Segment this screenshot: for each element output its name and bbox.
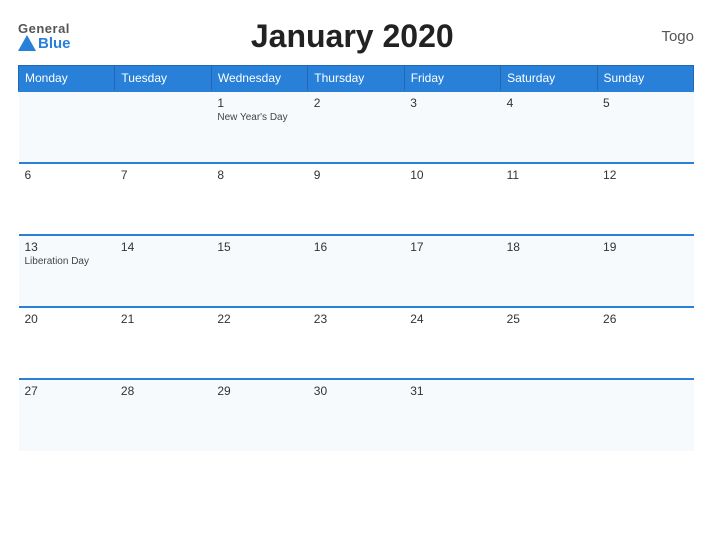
weekday-header: Sunday	[597, 66, 693, 92]
calendar-cell: 28	[115, 379, 211, 451]
calendar-cell: 9	[308, 163, 404, 235]
calendar-cell: 20	[19, 307, 115, 379]
logo-triangle-icon	[18, 35, 36, 51]
calendar-cell	[597, 379, 693, 451]
day-number: 30	[314, 384, 398, 398]
calendar-cell: 8	[211, 163, 307, 235]
country-label: Togo	[634, 28, 694, 45]
day-number: 15	[217, 240, 301, 254]
day-number: 13	[25, 240, 109, 254]
day-number: 29	[217, 384, 301, 398]
day-number: 28	[121, 384, 205, 398]
logo-blue-row: Blue	[18, 35, 71, 51]
calendar-cell: 29	[211, 379, 307, 451]
logo-general-text: General	[18, 22, 70, 35]
calendar-cell: 10	[404, 163, 500, 235]
calendar-title: January 2020	[71, 18, 634, 55]
calendar-cell: 24	[404, 307, 500, 379]
logo: General Blue	[18, 22, 71, 51]
days-of-week-row: MondayTuesdayWednesdayThursdayFridaySatu…	[19, 66, 694, 92]
day-number: 2	[314, 96, 398, 110]
day-event: New Year's Day	[217, 112, 301, 123]
day-number: 8	[217, 168, 301, 182]
day-number: 16	[314, 240, 398, 254]
calendar-cell: 13 Liberation Day	[19, 235, 115, 307]
calendar-cell: 14	[115, 235, 211, 307]
logo-blue-text: Blue	[38, 36, 71, 51]
calendar-cell	[19, 91, 115, 163]
calendar-cell: 12	[597, 163, 693, 235]
calendar-week-row: 20 21 22 23 24 25 26	[19, 307, 694, 379]
day-number: 18	[507, 240, 591, 254]
day-number: 21	[121, 312, 205, 326]
calendar-table: MondayTuesdayWednesdayThursdayFridaySatu…	[18, 65, 694, 451]
weekday-header: Tuesday	[115, 66, 211, 92]
calendar-cell: 4	[501, 91, 597, 163]
calendar-cell: 17	[404, 235, 500, 307]
day-number: 20	[25, 312, 109, 326]
weekday-header: Wednesday	[211, 66, 307, 92]
weekday-header: Friday	[404, 66, 500, 92]
day-number: 17	[410, 240, 494, 254]
calendar-cell: 3	[404, 91, 500, 163]
calendar-cell: 27	[19, 379, 115, 451]
day-number: 31	[410, 384, 494, 398]
calendar-header: General Blue January 2020 Togo	[18, 18, 694, 55]
calendar-cell: 19	[597, 235, 693, 307]
day-event: Liberation Day	[25, 256, 109, 267]
day-number: 27	[25, 384, 109, 398]
calendar-cell: 31	[404, 379, 500, 451]
calendar-cell: 11	[501, 163, 597, 235]
day-number: 14	[121, 240, 205, 254]
calendar-week-row: 6789 10 11 12	[19, 163, 694, 235]
day-number: 5	[603, 96, 687, 110]
day-number: 10	[410, 168, 494, 182]
calendar-cell: 22	[211, 307, 307, 379]
day-number: 26	[603, 312, 687, 326]
calendar-cell: 7	[115, 163, 211, 235]
calendar-cell: 15	[211, 235, 307, 307]
calendar-cell: 2	[308, 91, 404, 163]
calendar-week-row: 27 28 29 30 31	[19, 379, 694, 451]
calendar-body: 1New Year's Day2345678910111213Liberatio…	[19, 91, 694, 451]
day-number: 1	[217, 96, 301, 110]
calendar-week-row: 1 New Year's Day 2345	[19, 91, 694, 163]
calendar-header-row: MondayTuesdayWednesdayThursdayFridaySatu…	[19, 66, 694, 92]
calendar-cell: 21	[115, 307, 211, 379]
day-number: 11	[507, 168, 591, 182]
day-number: 23	[314, 312, 398, 326]
calendar-cell: 23	[308, 307, 404, 379]
calendar-cell: 5	[597, 91, 693, 163]
calendar-cell	[115, 91, 211, 163]
weekday-header: Thursday	[308, 66, 404, 92]
calendar-cell: 30	[308, 379, 404, 451]
calendar-cell	[501, 379, 597, 451]
day-number: 4	[507, 96, 591, 110]
day-number: 24	[410, 312, 494, 326]
day-number: 19	[603, 240, 687, 254]
weekday-header: Saturday	[501, 66, 597, 92]
calendar-cell: 26	[597, 307, 693, 379]
calendar-cell: 18	[501, 235, 597, 307]
day-number: 3	[410, 96, 494, 110]
calendar-cell: 6	[19, 163, 115, 235]
weekday-header: Monday	[19, 66, 115, 92]
day-number: 25	[507, 312, 591, 326]
calendar-week-row: 13 Liberation Day 14 15 16 17 18 19	[19, 235, 694, 307]
calendar-cell: 25	[501, 307, 597, 379]
calendar-cell: 16	[308, 235, 404, 307]
day-number: 9	[314, 168, 398, 182]
calendar-cell: 1 New Year's Day	[211, 91, 307, 163]
day-number: 12	[603, 168, 687, 182]
day-number: 22	[217, 312, 301, 326]
day-number: 6	[25, 168, 109, 182]
day-number: 7	[121, 168, 205, 182]
calendar-page: General Blue January 2020 Togo MondayTue…	[0, 0, 712, 550]
